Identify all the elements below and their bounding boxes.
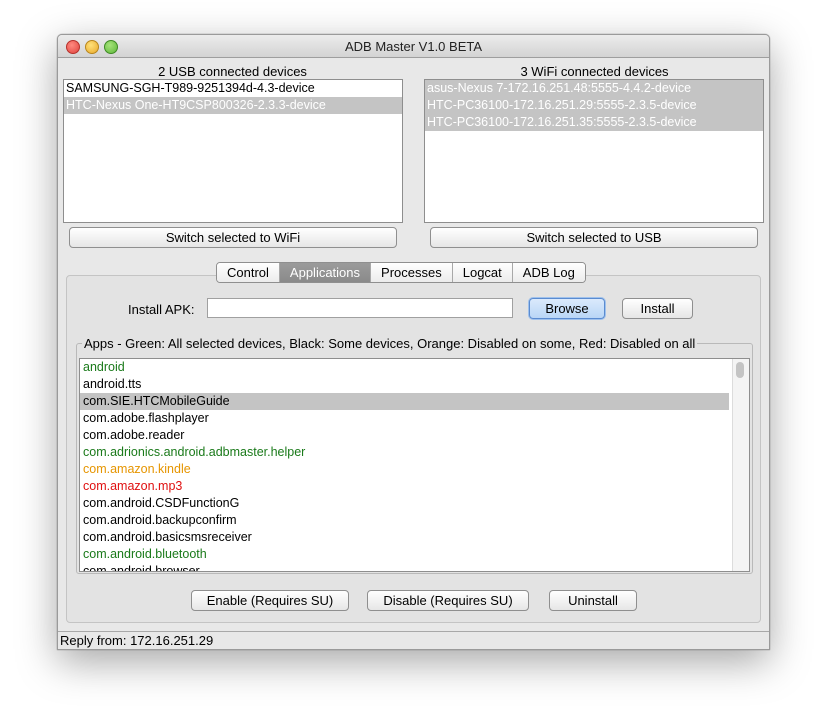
uninstall-button[interactable]: Uninstall <box>549 590 637 611</box>
tab-applications[interactable]: Applications <box>279 263 372 282</box>
app-list-item[interactable]: android <box>80 359 729 376</box>
apk-path-input[interactable] <box>207 298 513 318</box>
switch-to-usb-button[interactable]: Switch selected to USB <box>430 227 758 248</box>
tab-bar: Control Applications Processes Logcat ADB Lo… <box>216 262 586 283</box>
disable-button[interactable]: Disable (Requires SU) <box>367 590 529 611</box>
title-bar[interactable]: ADB Master V1.0 BETA <box>58 35 769 58</box>
app-list-item[interactable]: com.adobe.flashplayer <box>80 410 729 427</box>
install-apk-label: Install APK: <box>128 302 195 317</box>
scrollbar-thumb[interactable] <box>736 362 744 378</box>
usb-device-item[interactable]: SAMSUNG-SGH-T989-9251394d-4.3-device <box>64 80 402 97</box>
wifi-device-item[interactable]: asus-Nexus 7-172.16.251.48:5555-4.4.2-de… <box>425 80 763 97</box>
wifi-device-item[interactable]: HTC-PC36100-172.16.251.35:5555-2.3.5-dev… <box>425 114 763 131</box>
switch-to-wifi-button[interactable]: Switch selected to WiFi <box>69 227 397 248</box>
app-list-item[interactable]: com.android.basicsmsreceiver <box>80 529 729 546</box>
apps-legend: Apps - Green: All selected devices, Blac… <box>82 336 698 351</box>
apps-list[interactable]: android android.tts com.SIE.HTCMobileGuide… <box>79 358 750 572</box>
app-list-item[interactable]: com.android.CSDFunctionG <box>80 495 729 512</box>
app-list-item[interactable]: com.adrionics.android.adbmaster.helper <box>80 444 729 461</box>
wifi-device-item[interactable]: HTC-PC36100-172.16.251.29:5555-2.3.5-dev… <box>425 97 763 114</box>
window-title: ADB Master V1.0 BETA <box>344 39 483 54</box>
tab-adb-log[interactable]: ADB Log <box>512 263 585 282</box>
usb-device-list[interactable]: SAMSUNG-SGH-T989-9251394d-4.3-device HTC-… <box>63 79 403 223</box>
app-list-item[interactable]: com.adobe.reader <box>80 427 729 444</box>
app-list-item[interactable]: com.android.bluetooth <box>80 546 729 563</box>
app-list-item[interactable]: android.tts <box>80 376 729 393</box>
usb-devices-header: 2 USB connected devices <box>158 64 307 79</box>
tab-control[interactable]: Control <box>217 263 280 282</box>
apps-scrollbar[interactable] <box>732 359 749 571</box>
tab-logcat[interactable]: Logcat <box>452 263 513 282</box>
wifi-devices-header: 3 WiFi connected devices <box>520 64 669 79</box>
app-list-item[interactable]: com.amazon.mp3 <box>80 478 729 495</box>
browse-button[interactable]: Browse <box>529 298 605 319</box>
enable-button[interactable]: Enable (Requires SU) <box>191 590 349 611</box>
app-list-item[interactable]: com.android.backupconfirm <box>80 512 729 529</box>
tab-processes[interactable]: Processes <box>371 263 453 282</box>
adb-master-window: ADB Master V1.0 BETA 2 USB connected dev… <box>57 34 770 650</box>
install-button[interactable]: Install <box>622 298 693 319</box>
app-list-item[interactable]: com.android.browser <box>80 563 729 571</box>
app-list-item[interactable]: com.amazon.kindle <box>80 461 729 478</box>
status-bar: Reply from: 172.16.251.29 <box>58 631 769 649</box>
app-list-item[interactable]: com.SIE.HTCMobileGuide <box>80 393 729 410</box>
wifi-device-list[interactable]: asus-Nexus 7-172.16.251.48:5555-4.4.2-de… <box>424 79 764 223</box>
usb-device-item[interactable]: HTC-Nexus One-HT9CSP800326-2.3.3-device <box>64 97 402 114</box>
